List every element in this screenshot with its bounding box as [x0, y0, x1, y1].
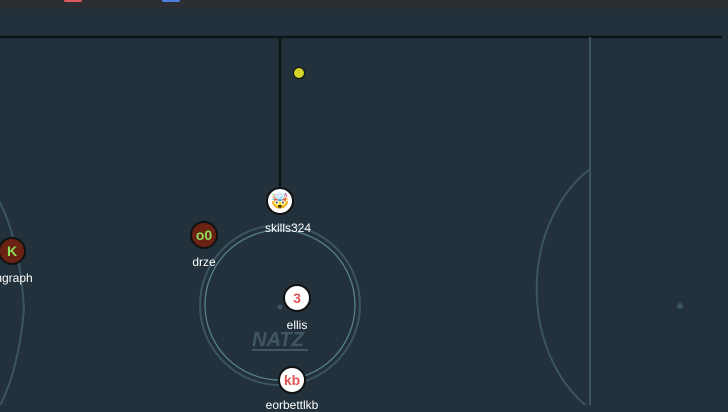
- player-avatar-text: 3: [293, 290, 301, 306]
- center-dot: [277, 304, 283, 310]
- right-arc: [535, 168, 591, 405]
- logo-text: NATZ: [252, 329, 305, 351]
- player-avatar[interactable]: kb: [278, 366, 306, 394]
- player-avatar-text: kb: [283, 372, 301, 388]
- player-avatar-text: K: [6, 243, 18, 259]
- red-team-indicator: [64, 0, 82, 2]
- player-name-label: ellis: [286, 318, 308, 332]
- player-avatar[interactable]: 3: [283, 284, 311, 312]
- ball: [293, 67, 305, 79]
- right-spot: [677, 303, 683, 309]
- game-field: NATZ 🤯 skills324 o0 drze K ngraph 3 elli…: [0, 9, 728, 412]
- player-name-label: ngraph: [0, 271, 33, 285]
- center-logo: NATZ: [252, 329, 308, 351]
- player-name-label: eorbettlkb: [265, 398, 319, 412]
- player-avatar-text: o0: [195, 227, 213, 243]
- player-name-label: skills324: [264, 221, 312, 235]
- player-avatar[interactable]: 🤯: [266, 187, 294, 215]
- player-name-label: drze: [192, 255, 216, 269]
- field-lines: NATZ: [0, 35, 722, 405]
- player-avatar[interactable]: o0: [190, 221, 218, 249]
- player-avatar-icon: 🤯: [270, 193, 290, 210]
- blue-team-indicator: [162, 0, 180, 2]
- top-bar: [0, 0, 728, 9]
- left-arc: [0, 200, 26, 405]
